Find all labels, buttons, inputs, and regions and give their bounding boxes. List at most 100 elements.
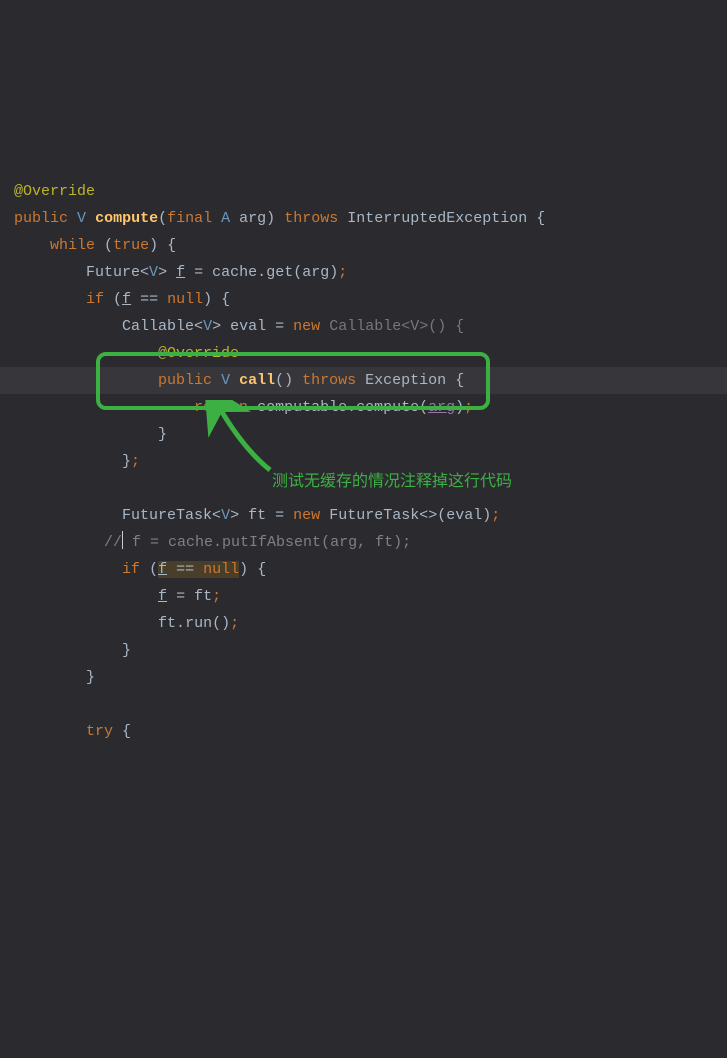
keyword-token: if <box>122 561 140 578</box>
type-token: V <box>221 507 230 524</box>
var-token: f <box>158 561 167 578</box>
keyword-token: public <box>14 210 68 227</box>
paren-token: ( <box>104 237 113 254</box>
var-token: ft <box>158 615 176 632</box>
angle-token: < <box>194 318 203 335</box>
brace-token: } <box>122 642 131 659</box>
op-token: == <box>140 291 158 308</box>
arg-token: eval <box>446 507 482 524</box>
field-token: cache <box>212 264 257 281</box>
brace-token: } <box>158 426 167 443</box>
paren-token: ) <box>239 561 248 578</box>
arg-token: arg <box>428 399 455 416</box>
keyword-token: throws <box>302 372 356 389</box>
keyword-token: return <box>194 399 248 416</box>
var-token: eval <box>230 318 266 335</box>
paren-token: ) <box>329 264 338 281</box>
method-token: get <box>266 264 293 281</box>
keyword-token: try <box>86 723 113 740</box>
paren-token: ( <box>293 264 302 281</box>
var-token: f <box>122 291 131 308</box>
keyword-token: new <box>293 318 320 335</box>
brace-token: { <box>122 723 131 740</box>
op-token: = <box>194 264 203 281</box>
method-token: run <box>185 615 212 632</box>
brace-token: { <box>257 561 266 578</box>
dot-token: . <box>347 399 356 416</box>
keyword-token: public <box>158 372 212 389</box>
paren-token: ( <box>113 291 122 308</box>
param-token: arg <box>239 210 266 227</box>
brace-token: } <box>122 453 131 470</box>
semi-token: ; <box>131 453 140 470</box>
semi-token: ; <box>230 615 239 632</box>
code-area[interactable]: @Override public V compute(final A arg) … <box>0 0 727 1058</box>
semi-token: ; <box>491 507 500 524</box>
keyword-token: new <box>293 507 320 524</box>
type-token: V <box>221 372 230 389</box>
semi-token: ; <box>464 399 473 416</box>
paren-token: ( <box>419 399 428 416</box>
class-token: FutureTask <box>122 507 212 524</box>
comment-token: // <box>104 534 122 551</box>
paren-token: () <box>428 318 446 335</box>
keyword-token: final <box>167 210 212 227</box>
type-token: A <box>221 210 230 227</box>
angle-token: > <box>212 318 221 335</box>
keyword-token: true <box>113 237 149 254</box>
keyword-token: throws <box>284 210 338 227</box>
angle-token: < <box>212 507 221 524</box>
semi-token: ; <box>212 588 221 605</box>
type-token: V <box>203 318 212 335</box>
dot-token: . <box>257 264 266 281</box>
type-token: V <box>149 264 158 281</box>
op-token: == <box>176 561 194 578</box>
annotation-token: @Override <box>158 345 239 362</box>
brace-token: } <box>86 669 95 686</box>
code-lines: @Override public V compute(final A arg) … <box>14 151 713 745</box>
paren-token: ( <box>437 507 446 524</box>
class-token: FutureTask <box>329 507 419 524</box>
field-token: computable <box>257 399 347 416</box>
paren-token: () <box>275 372 293 389</box>
brace-token: { <box>455 372 464 389</box>
dot-token: . <box>176 615 185 632</box>
class-token: Callable <box>122 318 194 335</box>
var-token: ft <box>248 507 266 524</box>
null-token: null <box>203 561 239 578</box>
angle-token: > <box>158 264 167 281</box>
angle-token: > <box>230 507 239 524</box>
var-token: f <box>176 264 185 281</box>
angle-token: < <box>401 318 410 335</box>
diamond-token: <> <box>419 507 437 524</box>
type-token: V <box>410 318 419 335</box>
paren-token: ( <box>149 561 158 578</box>
op-token: = <box>176 588 185 605</box>
angle-token: < <box>140 264 149 281</box>
brace-token: { <box>536 210 545 227</box>
paren-token: ) <box>203 291 212 308</box>
null-token: null <box>167 291 203 308</box>
paren-token: ) <box>482 507 491 524</box>
brace-token: { <box>221 291 230 308</box>
class-token: InterruptedException <box>347 210 527 227</box>
class-token: Callable <box>329 318 401 335</box>
type-token: V <box>77 210 86 227</box>
paren-token: ) <box>266 210 275 227</box>
comment-token: f = cache.putIfAbsent(arg, ft); <box>123 534 411 551</box>
paren-token: ) <box>149 237 158 254</box>
method-token: compute <box>356 399 419 416</box>
paren-token: () <box>212 615 230 632</box>
var-token: f <box>158 588 167 605</box>
angle-token: > <box>419 318 428 335</box>
op-token: = <box>275 318 284 335</box>
keyword-token: while <box>50 237 95 254</box>
op-token: = <box>275 507 284 524</box>
method-name-token: compute <box>95 210 158 227</box>
paren-token: ) <box>455 399 464 416</box>
method-name-token: call <box>239 372 275 389</box>
var-token: ft <box>194 588 212 605</box>
keyword-token: if <box>86 291 104 308</box>
annotation-token: @Override <box>14 183 95 200</box>
semi-token: ; <box>338 264 347 281</box>
